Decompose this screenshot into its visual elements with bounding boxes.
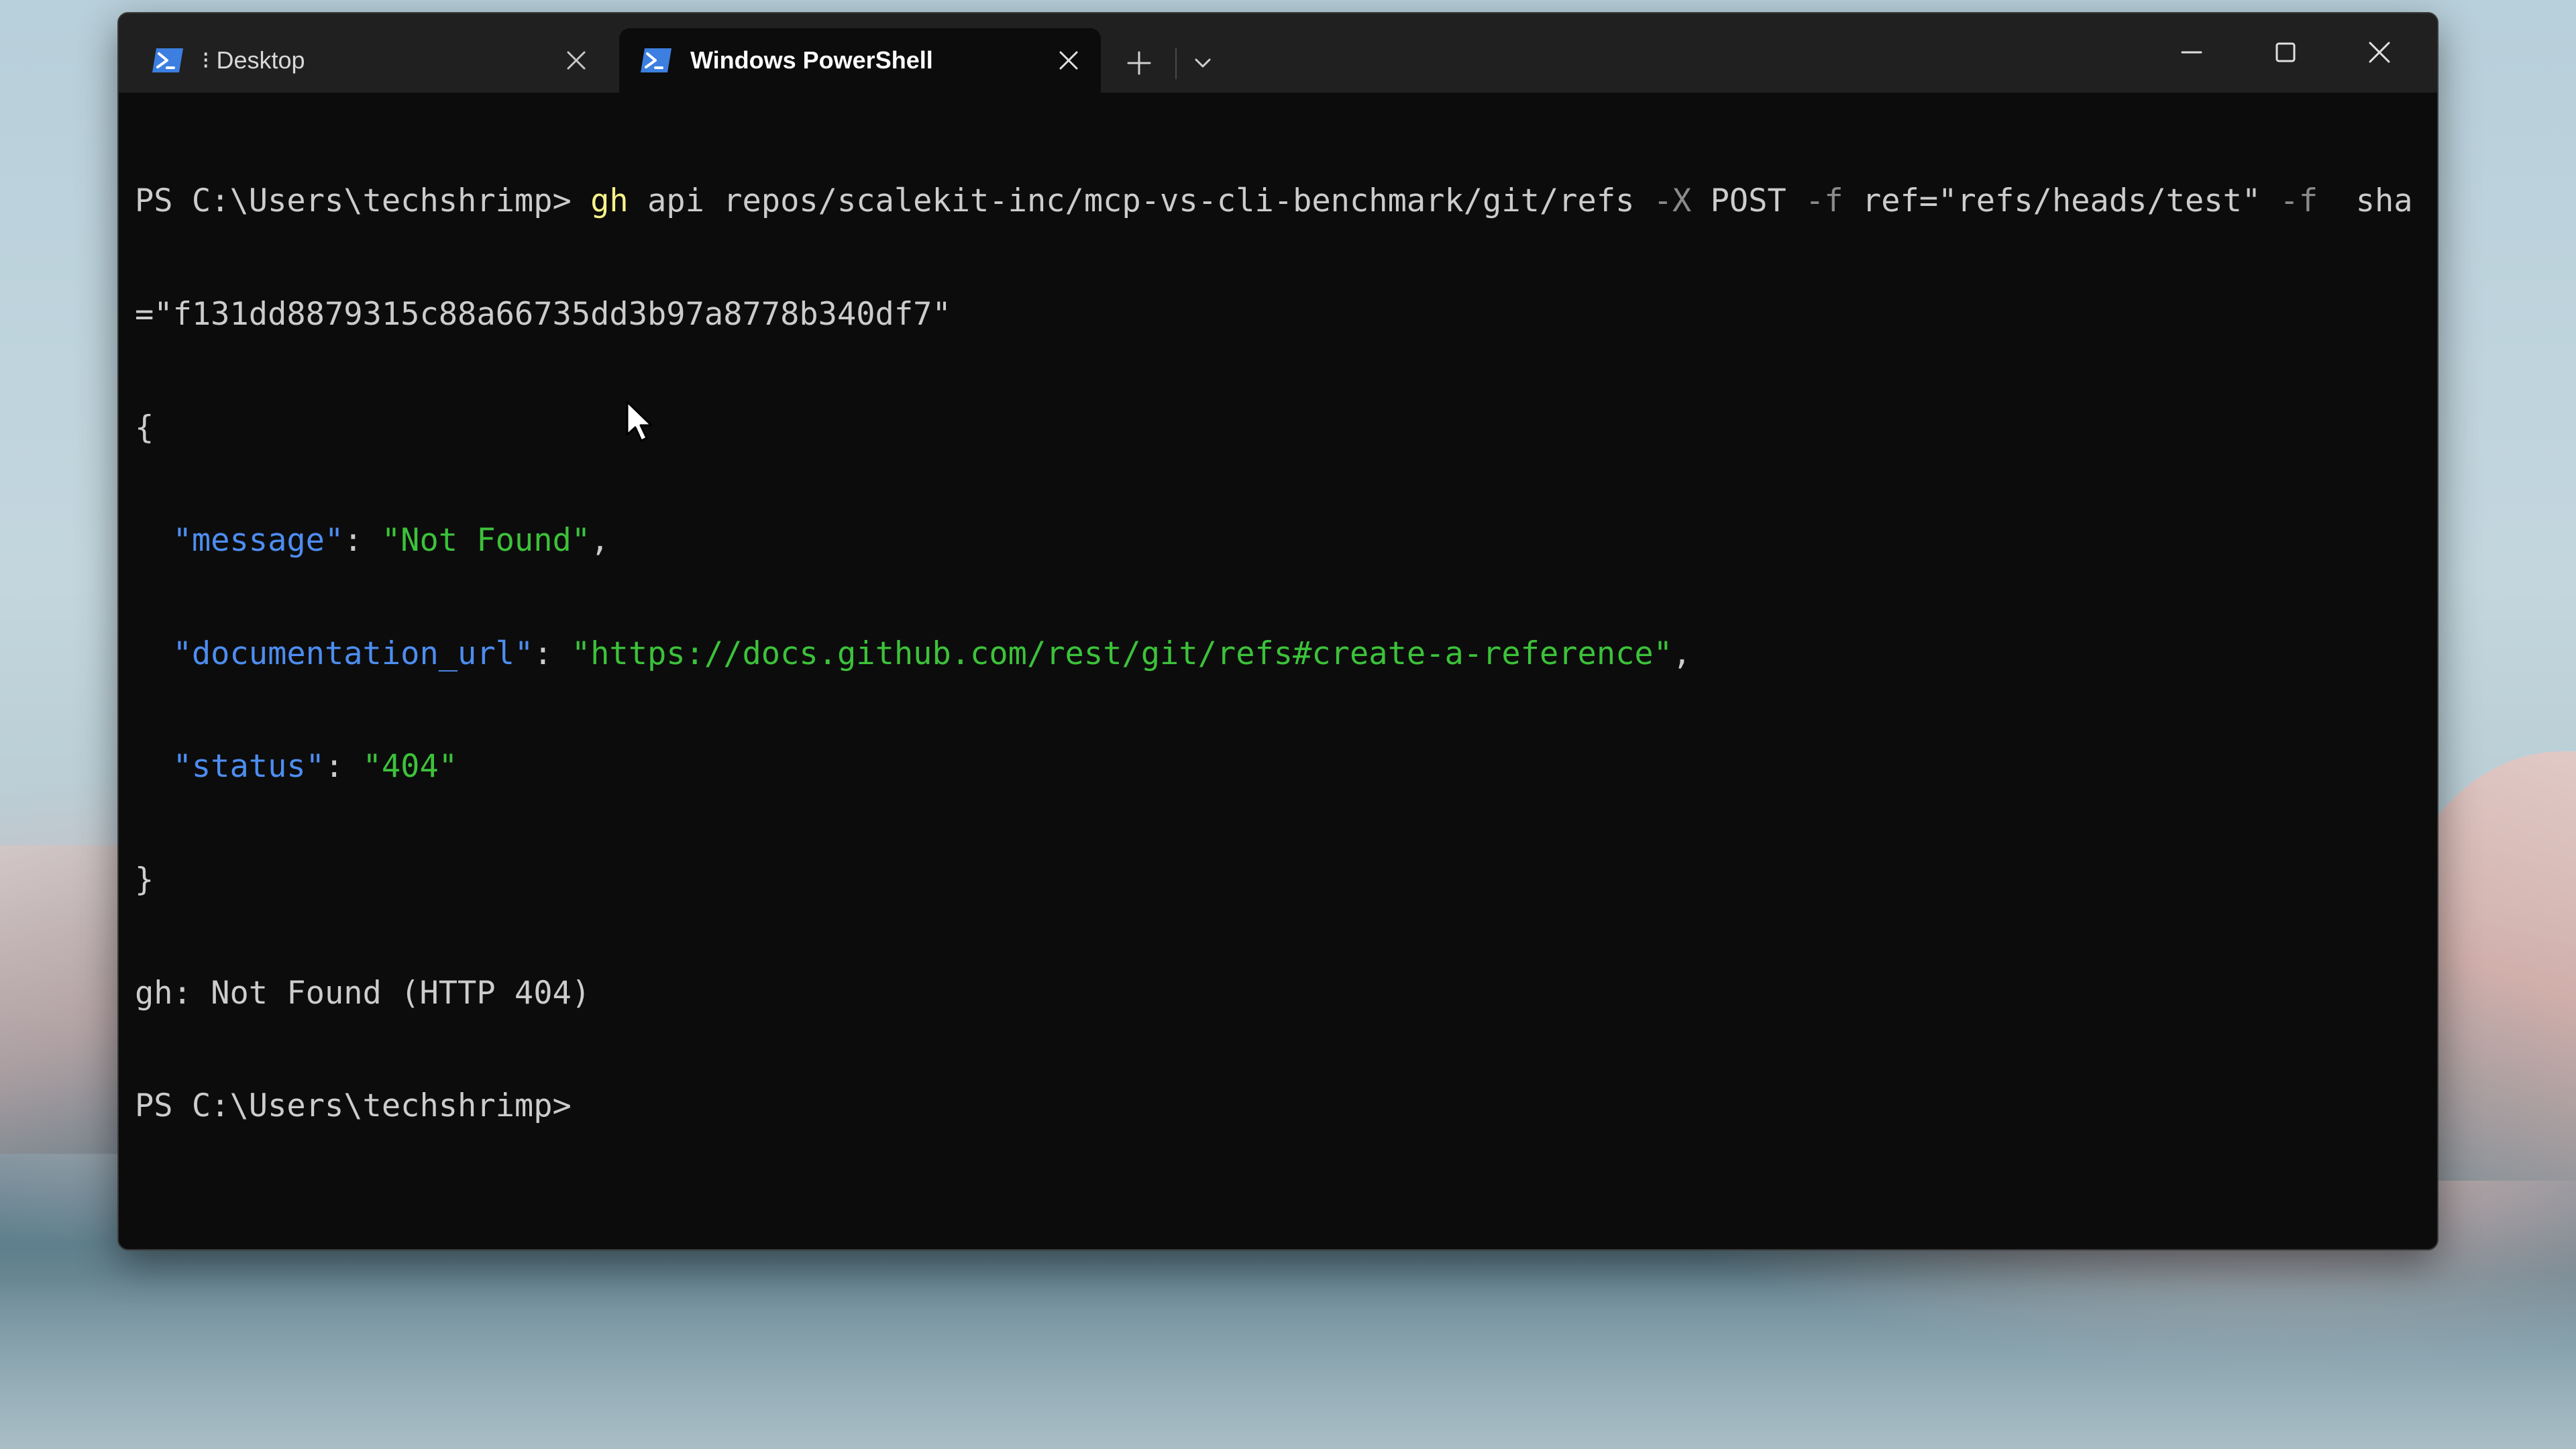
wallpaper-water — [0, 1248, 2576, 1449]
json-key: "status" — [172, 748, 325, 786]
title-bar[interactable]: ⁝ Desktop Windows PowerShell — [119, 13, 2437, 93]
powershell-icon — [639, 47, 673, 74]
json-key: "message" — [172, 522, 344, 559]
prompt: PS C:\Users\techshrimp> — [135, 182, 591, 220]
tab-label: Windows PowerShell — [690, 46, 933, 74]
json-line-status: "status": "404" — [172, 748, 458, 786]
command-args: ref="refs/heads/test" — [1843, 182, 2280, 220]
maximize-button[interactable] — [2259, 32, 2312, 72]
command-args: POST — [1691, 182, 1806, 220]
chevron-down-icon — [1195, 58, 1211, 68]
close-icon[interactable] — [564, 48, 588, 72]
terminal-output[interactable]: PS C:\Users\techshrimp> gh api repos/sca… — [135, 107, 2422, 1241]
new-tab-button[interactable] — [1122, 46, 1157, 80]
minimize-button[interactable] — [2165, 32, 2218, 72]
json-value: "404" — [362, 748, 458, 786]
command-line: PS C:\Users\techshrimp> gh api repos/sca… — [135, 182, 2422, 220]
json-open-brace: { — [135, 409, 154, 446]
json-line-documentation-url: "documentation_url": "https://docs.githu… — [172, 635, 1692, 672]
json-key: "documentation_url" — [172, 635, 534, 672]
mouse-pointer-icon — [625, 400, 655, 443]
minimize-icon — [2181, 51, 2202, 54]
terminal-window: ⁝ Desktop Windows PowerShell PS C:\Users… — [117, 12, 2438, 1250]
prompt-line: PS C:\Users\techshrimp> — [135, 1087, 572, 1125]
close-icon[interactable] — [1057, 48, 1081, 72]
tab-label: ⁝ Desktop — [202, 46, 305, 74]
json-line-message: "message": "Not Found", — [172, 522, 610, 559]
plus-icon — [1127, 51, 1151, 75]
json-close-brace: } — [135, 861, 154, 898]
tab-desktop[interactable]: ⁝ Desktop — [131, 28, 608, 93]
command-flag: -f — [2279, 182, 2318, 220]
command-args: sha — [2318, 182, 2413, 220]
tab-dropdown-button[interactable] — [1185, 46, 1220, 80]
json-value: "Not Found" — [381, 522, 591, 559]
command-flag: -f — [1805, 182, 1843, 220]
command-exe: gh — [590, 182, 629, 220]
powershell-icon — [151, 47, 184, 74]
error-line: gh: Not Found (HTTP 404) — [135, 974, 591, 1012]
command-args: api repos/scalekit-inc/mcp-vs-cli-benchm… — [628, 182, 1654, 220]
tab-divider — [1175, 48, 1177, 79]
command-line-wrap: ="f131dd8879315c88a66735dd3b97a8778b340d… — [135, 296, 951, 333]
tab-windows-powershell[interactable]: Windows PowerShell — [619, 28, 1101, 93]
close-icon — [2369, 42, 2390, 63]
maximize-icon — [2275, 42, 2296, 62]
close-window-button[interactable] — [2353, 32, 2406, 72]
json-trail: , — [590, 522, 610, 559]
command-flag: -X — [1653, 182, 1692, 220]
json-value: "https://docs.github.com/rest/git/refs#c… — [571, 635, 1673, 672]
json-trail: , — [1672, 635, 1692, 672]
